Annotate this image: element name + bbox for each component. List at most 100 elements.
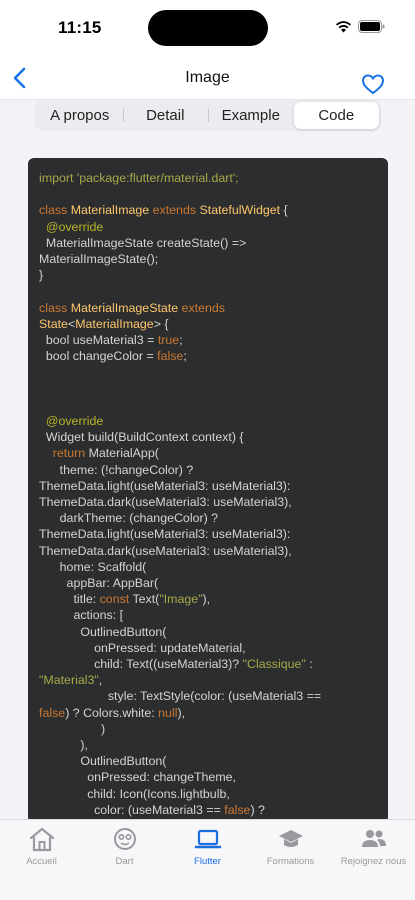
code-token: darkTheme: (changeColor) ? xyxy=(39,511,219,526)
code-line: ThemeData.light(useMaterial3: useMateria… xyxy=(39,526,378,542)
code-token: ) ? xyxy=(250,802,265,817)
code-line: style: TextStyle(color: (useMaterial3 == xyxy=(39,688,378,704)
code-token: false xyxy=(157,349,184,364)
tab-dart[interactable]: Dart xyxy=(83,820,166,900)
code-token: MaterialImage xyxy=(75,316,154,331)
code-token: home: Scaffold( xyxy=(39,559,147,574)
code-token: MaterialImageState(); xyxy=(39,252,159,266)
code-line: Widget build(BuildContext context) { xyxy=(39,429,378,445)
code-token: theme: (!changeColor) ? xyxy=(39,462,194,477)
status-time: 11:15 xyxy=(58,18,102,37)
code-line: ThemeData.dark(useMaterial3: useMaterial… xyxy=(39,494,378,510)
code-line: onPressed: changeTheme, xyxy=(39,769,378,785)
code-line: actions: [ xyxy=(39,607,378,623)
code-line: @override xyxy=(39,413,378,429)
code-line: darkTheme: (changeColor) ? xyxy=(39,510,378,526)
code-token: ; xyxy=(183,349,187,364)
section-segmented-control: A propos Detail Example Code xyxy=(35,100,381,131)
favorite-button[interactable] xyxy=(361,73,385,97)
code-line: OutlinedButton( xyxy=(39,753,378,769)
segment-code[interactable]: Code xyxy=(293,102,379,129)
code-token: MaterialImageState createState() => xyxy=(39,235,247,250)
code-token: "Classique" xyxy=(242,657,306,672)
code-line: class MaterialImage extends StatefulWidg… xyxy=(39,202,378,218)
code-token: false xyxy=(224,802,251,817)
code-line: bool useMaterial3 = true; xyxy=(39,332,378,348)
code-line: import 'package:flutter/material.dart'; xyxy=(39,170,378,186)
code-line: ), xyxy=(39,737,378,753)
code-token: extends xyxy=(181,300,225,315)
dynamic-island xyxy=(148,10,268,46)
code-token: bool useMaterial3 = xyxy=(39,333,158,347)
code-line: MaterialImageState createState() => xyxy=(39,235,378,251)
code-token: style: TextStyle(color: (useMaterial3 == xyxy=(39,689,322,704)
code-line: ThemeData.light(useMaterial3: useMateria… xyxy=(39,478,378,494)
code-line: ThemeData.dark(useMaterial3: useMaterial… xyxy=(39,543,378,559)
code-line: State<MaterialImage> { xyxy=(39,316,378,332)
code-line: onPressed: updateMaterial, xyxy=(39,640,378,656)
tab-label: Dart xyxy=(115,856,134,867)
code-token: child: Text((useMaterial3)? xyxy=(39,657,243,672)
code-token: ) ? Colors.white: xyxy=(65,705,159,720)
code-token: const xyxy=(99,592,133,607)
segment-example[interactable]: Example xyxy=(208,102,294,129)
code-line: "Material3", xyxy=(39,672,378,688)
segment-a-propos[interactable]: A propos xyxy=(37,102,123,129)
code-token: ThemeData.dark(useMaterial3: useMaterial… xyxy=(39,494,292,509)
code-token: } xyxy=(39,268,44,283)
code-line: ) xyxy=(39,721,378,737)
heart-icon xyxy=(361,74,385,95)
code-line: color: (useMaterial3 == false) ? xyxy=(39,802,378,818)
code-token: State xyxy=(39,316,68,331)
segment-detail[interactable]: Detail xyxy=(122,102,209,129)
code-token: , xyxy=(98,673,103,688)
code-text: import 'package:flutter/material.dart'; c… xyxy=(39,170,378,818)
tab-flutter[interactable]: Flutter xyxy=(166,820,249,900)
code-line: theme: (!changeColor) ? xyxy=(39,462,378,478)
code-token: null xyxy=(158,705,178,720)
code-line: appBar: AppBar( xyxy=(39,575,378,591)
wifi-icon xyxy=(335,20,352,38)
tab-label: Accueil xyxy=(26,856,57,867)
code-line: @override xyxy=(39,219,378,235)
tab-rejoignez-nous[interactable]: Rejoignez nous xyxy=(332,820,415,900)
code-viewer[interactable]: import 'package:flutter/material.dart'; c… xyxy=(28,158,388,823)
code-token: "Material3" xyxy=(39,673,99,688)
code-token: ; xyxy=(179,333,183,347)
code-token: true xyxy=(157,333,180,347)
code-token: ), xyxy=(202,592,211,607)
dart-icon xyxy=(111,826,139,852)
code-token: actions: [ xyxy=(39,608,124,623)
people-icon xyxy=(360,826,388,852)
code-token: ThemeData.light(useMaterial3: useMateria… xyxy=(39,478,291,493)
code-token: extends xyxy=(152,203,200,218)
code-line: return MaterialApp( xyxy=(39,445,378,461)
code-token: @override xyxy=(39,413,104,428)
code-token: MaterialApp( xyxy=(88,446,159,461)
tab-label: Formations xyxy=(266,856,315,867)
code-line: false) ? Colors.white: null), xyxy=(39,705,378,721)
code-token: false xyxy=(39,705,66,720)
code-token: OutlinedButton( xyxy=(39,754,167,769)
code-line: title: const Text("Image"), xyxy=(39,591,378,607)
code-token: { xyxy=(280,203,288,218)
code-token: ), xyxy=(39,738,88,753)
tab-formations[interactable]: Formations xyxy=(249,820,332,900)
code-token: MaterialImage xyxy=(70,203,153,218)
code-token: class xyxy=(39,300,71,315)
code-token: ThemeData.dark(useMaterial3: useMaterial… xyxy=(39,543,292,558)
laptop-icon xyxy=(194,826,222,852)
tab-bar: Accueil Dart Flutter Formations Rejoigne… xyxy=(0,819,415,900)
tab-accueil[interactable]: Accueil xyxy=(0,820,83,900)
tab-label: Flutter xyxy=(194,856,221,867)
code-line: bool changeColor = false; xyxy=(39,348,378,364)
status-bar: 11:15 xyxy=(0,0,415,56)
page-title: Image xyxy=(185,69,230,86)
navigation-bar: Image xyxy=(0,56,415,100)
code-token: title: xyxy=(39,592,100,607)
code-token: ), xyxy=(177,705,186,720)
code-token: appBar: AppBar( xyxy=(39,576,159,590)
